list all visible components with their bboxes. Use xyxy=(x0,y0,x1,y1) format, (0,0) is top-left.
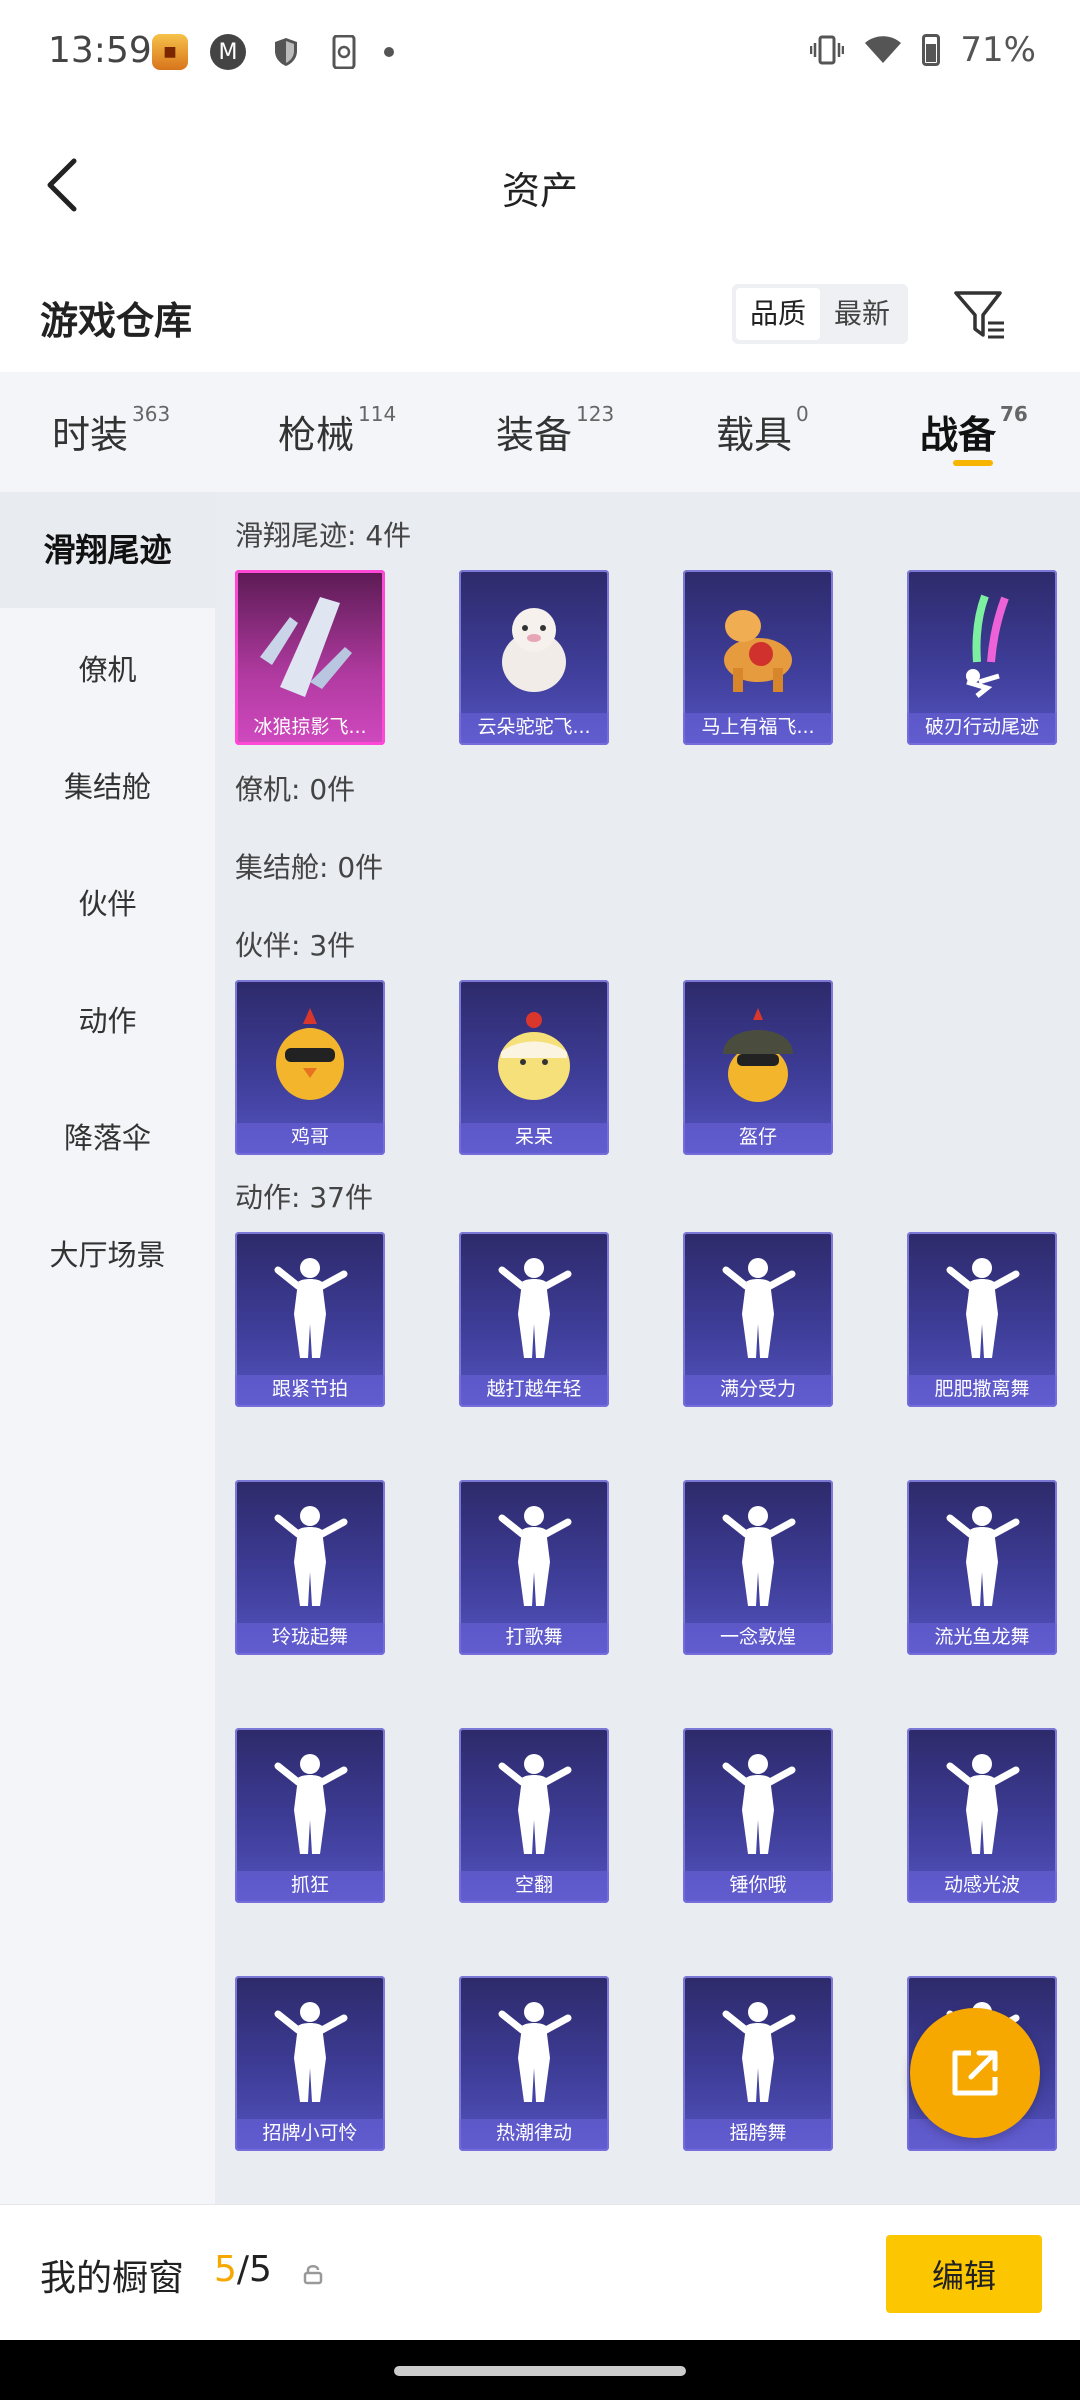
section-title-capsule: 集结舱: 0件 xyxy=(235,851,384,884)
item-card-glide-2[interactable]: 云朵驼驼飞... xyxy=(459,570,609,745)
showcase-bar: 我的橱窗 5/5 编辑 xyxy=(0,2204,1080,2341)
tab-vehicles[interactable]: 载具 0 xyxy=(716,402,809,459)
edit-button[interactable]: 编辑 xyxy=(886,2235,1042,2313)
item-card-emote[interactable]: 招牌小可怜 xyxy=(235,1976,385,2151)
dancer-silhouette-art xyxy=(235,1990,385,2115)
tab-fashion[interactable]: 时装 363 xyxy=(52,402,170,459)
item-card-emote[interactable]: 跟紧节拍 xyxy=(235,1232,385,1407)
dancer-silhouette-art xyxy=(683,1742,833,1867)
item-card-partner-1[interactable]: 鸡哥 xyxy=(235,980,385,1155)
showcase-label: 我的橱窗 xyxy=(40,2258,185,2299)
sort-quality-button[interactable]: 品质 xyxy=(736,288,821,340)
filter-button[interactable] xyxy=(950,285,1010,345)
item-card-glide-1[interactable]: 冰狼掠影飞... xyxy=(235,570,385,745)
item-card-emote[interactable]: 流光鱼龙舞 xyxy=(907,1480,1057,1655)
dancer-silhouette-art xyxy=(683,1494,833,1619)
wifi-icon xyxy=(865,36,902,63)
sidebar-item-emote[interactable]: 动作 xyxy=(0,998,215,1040)
lock-icon xyxy=(303,2265,323,2285)
item-card-emote[interactable]: 动感光波 xyxy=(907,1728,1057,1903)
dancer-silhouette-art xyxy=(683,1990,833,2115)
item-card-partner-2[interactable]: 呆呆 xyxy=(459,980,609,1155)
item-card-emote[interactable]: 肥肥撒离舞 xyxy=(907,1232,1057,1407)
horse-art xyxy=(683,584,833,709)
notification-dot-icon xyxy=(384,47,394,57)
item-card-emote[interactable]: 抓狂 xyxy=(235,1728,385,1903)
dancer-silhouette-art xyxy=(459,1742,609,1867)
section-title-wingman: 僚机: 0件 xyxy=(235,773,356,806)
section-title-emote: 动作: 37件 xyxy=(235,1181,373,1214)
dancer-silhouette-art xyxy=(459,1246,609,1371)
sort-latest-button[interactable]: 最新 xyxy=(820,288,904,340)
share-fab-button[interactable] xyxy=(910,2008,1040,2138)
sidebar-item-glide-trail[interactable]: 滑翔尾迹 xyxy=(0,492,215,608)
helmet-chick-art xyxy=(683,994,833,1119)
system-nav-bar xyxy=(0,2340,1080,2400)
dancer-silhouette-art xyxy=(683,1246,833,1371)
home-gesture-pill[interactable] xyxy=(394,2366,686,2376)
sort-toggle: 品质 最新 xyxy=(732,284,909,344)
dancer-silhouette-art xyxy=(235,1494,385,1619)
item-card-emote[interactable]: 热潮律动 xyxy=(459,1976,609,2151)
status-bar: 13:59 ■ M 71% xyxy=(0,0,1080,110)
battery-icon xyxy=(922,34,941,66)
dancer-silhouette-art xyxy=(235,1246,385,1371)
item-card-emote[interactable]: 空翻 xyxy=(459,1728,609,1903)
motorola-icon: M xyxy=(210,34,246,70)
sidebar-item-parachute[interactable]: 降落伞 xyxy=(0,1115,215,1157)
warehouse-title: 游戏仓库 xyxy=(40,299,193,343)
section-title-partner: 伙伴: 3件 xyxy=(235,929,356,962)
top-header: 资产 xyxy=(0,120,1080,250)
ice-wolf-art xyxy=(235,584,385,709)
item-card-emote[interactable]: 满分受力 xyxy=(683,1232,833,1407)
filter-icon xyxy=(954,291,1004,339)
sidebar-item-wingman[interactable]: 僚机 xyxy=(0,647,215,689)
dancer-silhouette-art xyxy=(907,1494,1057,1619)
item-card-emote[interactable]: 一念敦煌 xyxy=(683,1480,833,1655)
section-title-glide: 滑翔尾迹: 4件 xyxy=(235,519,412,552)
item-card-partner-3[interactable]: 盔仔 xyxy=(683,980,833,1155)
dancer-silhouette-art xyxy=(907,1742,1057,1867)
item-card-emote[interactable]: 玲珑起舞 xyxy=(235,1480,385,1655)
sidebar-item-partner[interactable]: 伙伴 xyxy=(0,881,215,923)
sidebar-item-capsule[interactable]: 集结舱 xyxy=(0,764,215,806)
alpaca-art xyxy=(459,584,609,709)
game-app-icon: ■ xyxy=(152,34,188,70)
page-title: 资产 xyxy=(501,169,578,213)
external-link-icon xyxy=(952,2050,998,2096)
vibrate-icon xyxy=(810,35,845,65)
dancer-silhouette-art xyxy=(235,1742,385,1867)
battery-percent: 71% xyxy=(960,30,1036,70)
chicken-sunglasses-art xyxy=(235,994,385,1119)
showcase-count: 5/5 xyxy=(214,2249,272,2290)
item-card-glide-4[interactable]: 破刃行动尾迹 xyxy=(907,570,1057,745)
item-card-emote[interactable]: 摇胯舞 xyxy=(683,1976,833,2151)
item-list: 滑翔尾迹: 4件 冰狼掠影飞... 云朵驼驼飞... 马上有福飞... 破刃行动… xyxy=(215,492,1080,2204)
status-time: 13:59 xyxy=(48,30,152,71)
trail-figure-art xyxy=(907,584,1057,709)
sidebar: 滑翔尾迹 僚机 集结舱 伙伴 动作 降落伞 大厅场景 xyxy=(0,492,215,2204)
item-card-glide-3[interactable]: 马上有福飞... xyxy=(683,570,833,745)
sidebar-item-lobby-scene[interactable]: 大厅场景 xyxy=(0,1232,215,1274)
active-tab-underline xyxy=(953,460,993,466)
item-card-emote[interactable]: 锤你哦 xyxy=(683,1728,833,1903)
tab-equipment[interactable]: 装备 123 xyxy=(496,402,614,459)
tab-weapons[interactable]: 枪械 114 xyxy=(278,402,396,459)
item-card-emote[interactable]: 打歌舞 xyxy=(459,1480,609,1655)
dancer-silhouette-art xyxy=(907,1246,1057,1371)
dancer-silhouette-art xyxy=(459,1494,609,1619)
dancer-silhouette-art xyxy=(459,1990,609,2115)
phone-sync-icon xyxy=(326,34,362,70)
item-card-emote[interactable]: 越打越年轻 xyxy=(459,1232,609,1407)
shield-icon xyxy=(268,34,304,70)
tab-battle-gear[interactable]: 战备 76 xyxy=(920,402,1028,459)
category-tabs: 时装 363 枪械 114 装备 123 载具 0 战备 76 xyxy=(0,372,1080,492)
yellow-chick-art xyxy=(459,994,609,1119)
